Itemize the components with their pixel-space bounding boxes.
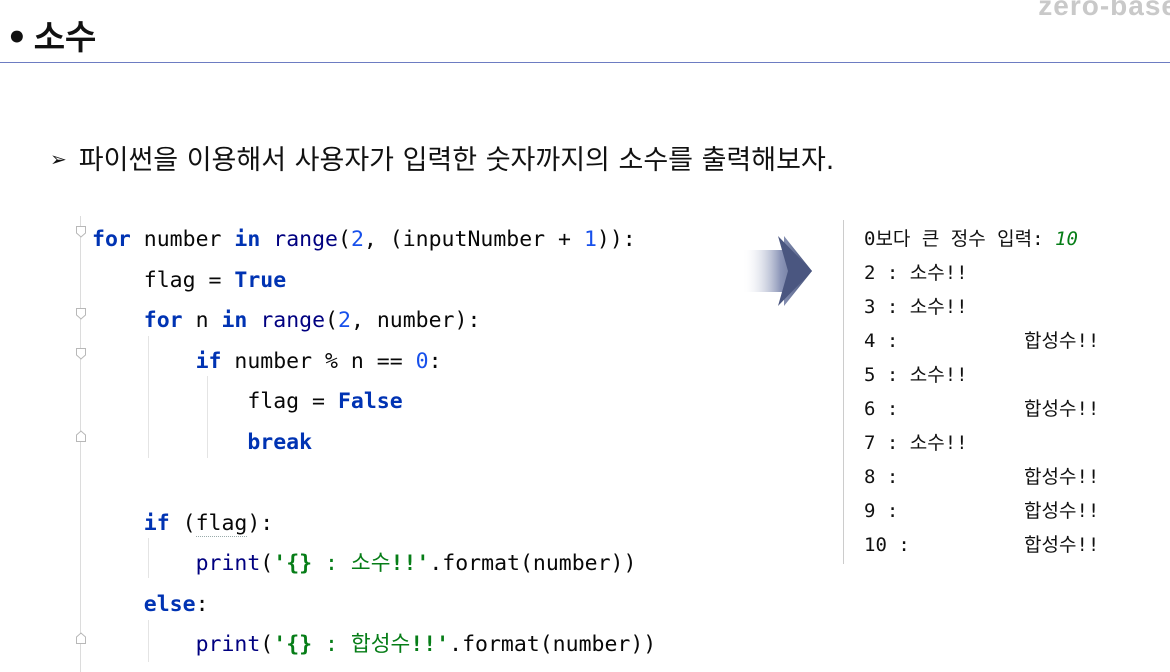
console-row: 6 : 합성수!! [864,392,1099,426]
console-row: 9 : 합성수!! [864,494,1099,528]
console-row-number: 10 : [864,534,910,556]
console-row-result: 소수!! [909,262,968,284]
code-line-10: print('{} : 합성수!!'.format(number)) [195,632,657,657]
console-row-number: 7 : [864,432,910,454]
console-row-result: 소수!! [909,364,968,386]
console-row-result: 합성수!! [1024,500,1100,522]
console-row: 3 : 소수!! [864,290,1078,324]
console-row-result: 합성수!! [1024,466,1100,488]
console-row: 10 : 합성수!! [864,528,1099,562]
console-row-result: 합성수!! [1024,398,1100,420]
console-row-number: 3 : [864,296,910,318]
code-editor: for number in range(2, (inputNumber + 1)… [70,216,770,672]
code-line-4: if number % n == 0: [195,348,442,374]
console-row: 7 : 소수!! [864,426,1078,460]
console-row-number: 8 : [864,466,899,488]
console-row-result: 합성수!! [1024,330,1100,352]
arrowhead-bullet-icon: ➢ [50,147,67,171]
page-title-text: 소수 [33,18,97,58]
console-divider [843,220,844,564]
code-line-1: for number in range(2, (inputNumber + 1)… [92,227,636,252]
code-line-6: break [247,429,313,455]
bullet-icon: • [6,18,28,58]
console-row-result: 소수!! [909,296,968,318]
subtitle-text: 파이썬을 이용해서 사용자가 입력한 숫자까지의 소수를 출력해보자. [78,145,835,176]
fold-close-icon [76,632,86,644]
fold-open-icon [76,308,86,320]
fold-open-icon [76,226,86,238]
console-row-number: 4 : [864,330,899,352]
console-row-number: 9 : [864,500,899,522]
console-input-value: 10 [1055,228,1078,250]
code-line-9: else: [143,591,209,617]
title-divider [0,62,1170,63]
code-line-5: flag = False [92,389,403,414]
fold-close-icon [76,430,86,442]
console-row-result: 소수!! [909,432,968,454]
console-row-number: 6 : [864,398,899,420]
code-block: for number in range(2, (inputNumber + 1)… [92,220,656,666]
fold-open-icon [76,348,86,360]
page-title: • 소수 [6,10,96,59]
console-row: 2 : 소수!! [864,256,1078,290]
console-row-result: 합성수!! [1024,534,1100,556]
gutter-line [80,216,81,672]
right-arrow-icon [742,236,812,306]
console-output: 0보다 큰 정수 입력: 10 2 : 소수!! 3 : 소수!! 4 : 합성수!!… [864,222,1099,562]
subtitle: ➢ 파이썬을 이용해서 사용자가 입력한 숫자까지의 소수를 출력해보자. [50,138,834,177]
console-prompt: 0보다 큰 정수 입력: [864,228,1055,250]
console-prompt-row: 0보다 큰 정수 입력: 10 [864,222,1078,256]
code-line-7: if (flag): [143,510,274,537]
console-row-number: 2 : [864,262,910,284]
code-line-2: flag = True [92,267,287,293]
console-row: 8 : 합성수!! [864,460,1099,494]
console-row: 4 : 합성수!! [864,324,1099,358]
code-line-3: for n in range(2, number): [143,308,481,333]
brand-logo: zero-base [1038,0,1170,21]
code-line-8: print('{} : 소수!!'.format(number)) [195,551,637,576]
console-row: 5 : 소수!! [864,358,1078,392]
console-row-number: 5 : [864,364,910,386]
